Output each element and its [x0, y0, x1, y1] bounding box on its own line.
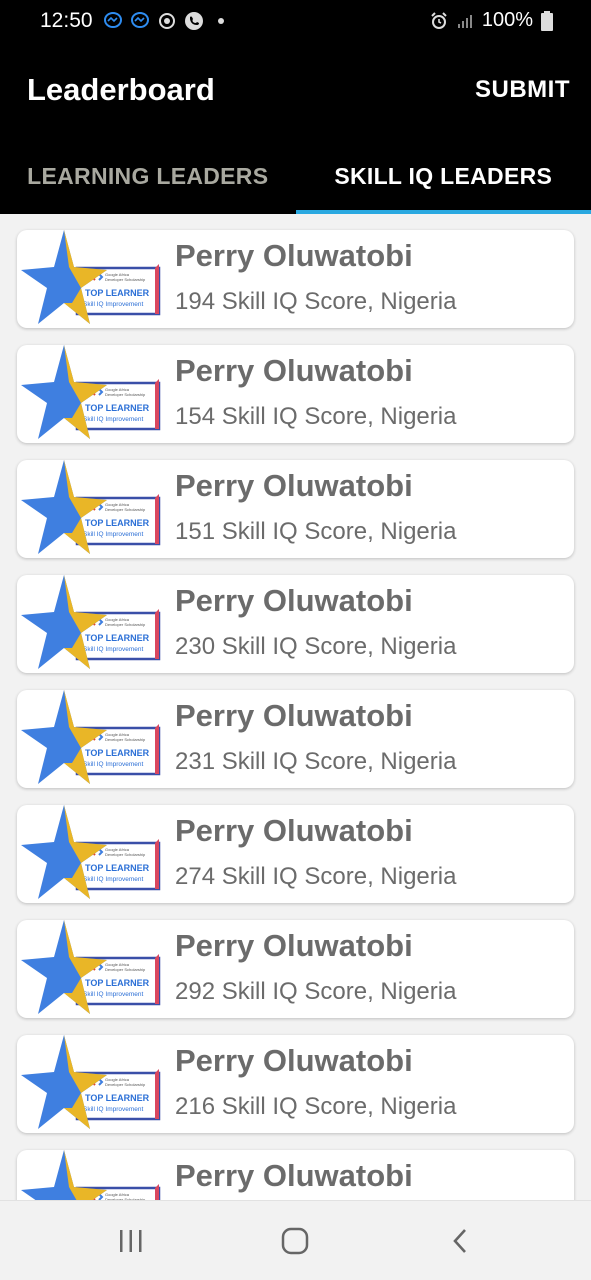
leader-name: Perry Oluwatobi — [175, 353, 413, 388]
leader-name: Perry Oluwatobi — [175, 698, 413, 733]
svg-text:Skill IQ Improvement: Skill IQ Improvement — [83, 876, 144, 883]
svg-text:Developer Scholarship: Developer Scholarship — [105, 507, 146, 512]
leader-score: 231 Skill IQ Score, Nigeria — [175, 748, 457, 775]
leader-score: 194 Skill IQ Score, Nigeria — [175, 288, 457, 315]
leader-card[interactable]: Google Africa Developer Scholarship TOP … — [17, 1150, 574, 1200]
back-icon[interactable] — [445, 1225, 477, 1257]
top-learner-badge: Google Africa Developer Scholarship TOP … — [21, 460, 161, 554]
top-learner-badge: Google Africa Developer Scholarship TOP … — [21, 575, 161, 669]
app-bar: Leaderboard SUBMIT — [0, 48, 591, 140]
leader-card[interactable]: Google Africa Developer Scholarship TOP … — [17, 575, 574, 673]
svg-text:TOP LEARNER: TOP LEARNER — [85, 403, 150, 413]
notification-icons — [104, 12, 230, 30]
status-time: 12:50 — [40, 9, 93, 32]
messenger-icon — [104, 12, 122, 28]
leader-name: Perry Oluwatobi — [175, 238, 413, 273]
leader-score: 154 Skill IQ Score, Nigeria — [175, 403, 457, 430]
top-learner-badge: Google Africa Developer Scholarship TOP … — [21, 1150, 161, 1200]
leader-card[interactable]: Google Africa Developer Scholarship TOP … — [17, 345, 574, 443]
battery-icon — [541, 10, 553, 31]
svg-text:Developer Scholarship: Developer Scholarship — [105, 277, 146, 282]
signal-icon — [457, 14, 472, 28]
svg-text:Developer Scholarship: Developer Scholarship — [105, 1082, 146, 1087]
leader-name: Perry Oluwatobi — [175, 468, 413, 503]
leader-card[interactable]: Google Africa Developer Scholarship TOP … — [17, 230, 574, 328]
svg-text:Skill IQ Improvement: Skill IQ Improvement — [83, 646, 144, 653]
tab-skill-iq-leaders[interactable]: SKILL IQ LEADERS — [295, 140, 591, 214]
svg-text:TOP LEARNER: TOP LEARNER — [85, 288, 150, 298]
leader-name: Perry Oluwatobi — [175, 928, 413, 963]
top-learner-badge: Google Africa Developer Scholarship TOP … — [21, 345, 161, 439]
svg-text:TOP LEARNER: TOP LEARNER — [85, 633, 150, 643]
svg-text:Developer Scholarship: Developer Scholarship — [105, 392, 146, 397]
page-title: Leaderboard — [27, 72, 215, 107]
leaders-list[interactable]: Google Africa Developer Scholarship TOP … — [0, 214, 591, 1200]
alarm-icon — [431, 11, 447, 29]
svg-text:TOP LEARNER: TOP LEARNER — [85, 518, 150, 528]
navigation-bar — [0, 1200, 591, 1280]
leader-card[interactable]: Google Africa Developer Scholarship TOP … — [17, 920, 574, 1018]
leader-card[interactable]: Google Africa Developer Scholarship TOP … — [17, 690, 574, 788]
svg-text:Developer Scholarship: Developer Scholarship — [105, 852, 146, 857]
svg-text:Developer Scholarship: Developer Scholarship — [105, 737, 146, 742]
leader-name: Perry Oluwatobi — [175, 813, 413, 848]
status-bar: 12:50 100% — [0, 0, 591, 48]
submit-button[interactable]: SUBMIT — [475, 76, 570, 104]
svg-text:TOP LEARNER: TOP LEARNER — [85, 863, 150, 873]
leader-score: 292 Skill IQ Score, Nigeria — [175, 978, 457, 1005]
top-learner-badge: Google Africa Developer Scholarship TOP … — [21, 230, 161, 324]
top-learner-badge: Google Africa Developer Scholarship TOP … — [21, 1035, 161, 1129]
leader-card[interactable]: Google Africa Developer Scholarship TOP … — [17, 1035, 574, 1133]
svg-text:Developer Scholarship: Developer Scholarship — [105, 967, 146, 972]
leader-name: Perry Oluwatobi — [175, 1043, 413, 1078]
top-learner-badge: Google Africa Developer Scholarship TOP … — [21, 690, 161, 784]
svg-text:Developer Scholarship: Developer Scholarship — [105, 622, 146, 627]
svg-text:Skill IQ Improvement: Skill IQ Improvement — [83, 761, 144, 768]
top-learner-badge: Google Africa Developer Scholarship TOP … — [21, 805, 161, 899]
leader-card[interactable]: Google Africa Developer Scholarship TOP … — [17, 805, 574, 903]
recents-icon[interactable] — [115, 1225, 147, 1257]
svg-text:TOP LEARNER: TOP LEARNER — [85, 1093, 150, 1103]
top-learner-badge: Google Africa Developer Scholarship TOP … — [21, 920, 161, 1014]
home-icon[interactable] — [279, 1225, 311, 1257]
svg-text:TOP LEARNER: TOP LEARNER — [85, 748, 150, 758]
leader-name: Perry Oluwatobi — [175, 1158, 413, 1193]
svg-text:TOP LEARNER: TOP LEARNER — [85, 978, 150, 988]
battery-percent: 100% — [481, 9, 533, 31]
leader-score: 216 Skill IQ Score, Nigeria — [175, 1093, 457, 1120]
svg-text:Skill IQ Improvement: Skill IQ Improvement — [83, 301, 144, 308]
svg-text:Skill IQ Improvement: Skill IQ Improvement — [83, 1106, 144, 1113]
svg-text:Skill IQ Improvement: Skill IQ Improvement — [83, 991, 144, 998]
leader-score: 230 Skill IQ Score, Nigeria — [175, 633, 457, 660]
tab-learning-leaders[interactable]: LEARNING LEADERS — [0, 140, 296, 214]
tab-bar: LEARNING LEADERS SKILL IQ LEADERS — [0, 140, 591, 214]
leader-name: Perry Oluwatobi — [175, 583, 413, 618]
system-status: 100% — [430, 9, 553, 32]
svg-text:Skill IQ Improvement: Skill IQ Improvement — [83, 416, 144, 423]
leader-score: 274 Skill IQ Score, Nigeria — [175, 863, 457, 890]
phone-icon — [185, 12, 203, 30]
dot-icon — [218, 18, 224, 24]
svg-text:Skill IQ Improvement: Skill IQ Improvement — [83, 531, 144, 538]
leader-score: 151 Skill IQ Score, Nigeria — [175, 518, 457, 545]
messenger-icon — [131, 12, 149, 28]
sync-icon — [159, 13, 175, 29]
leader-card[interactable]: Google Africa Developer Scholarship TOP … — [17, 460, 574, 558]
